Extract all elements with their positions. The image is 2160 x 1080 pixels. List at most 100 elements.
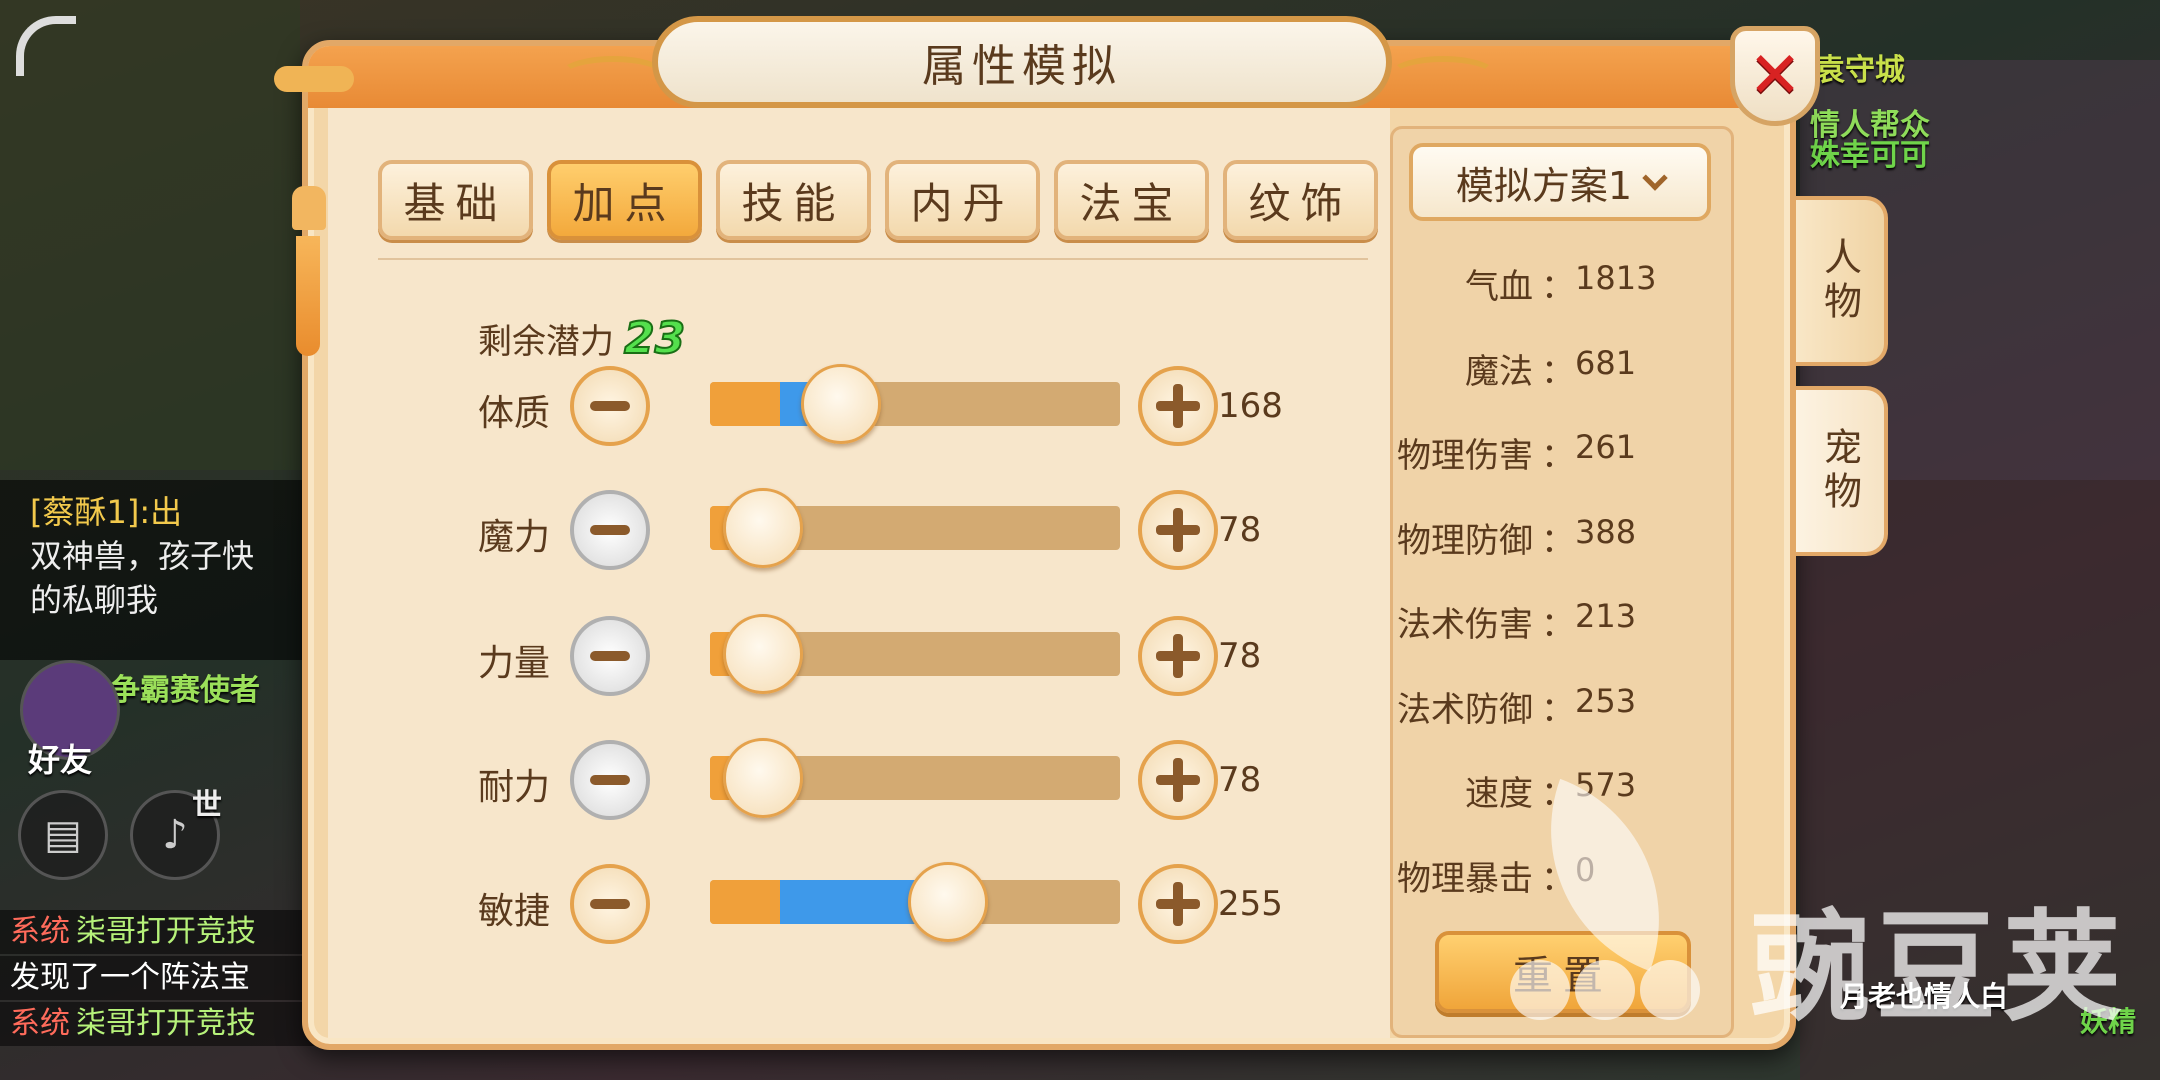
increase-button[interactable] [1138, 366, 1218, 446]
npc-name: 争霸赛使者 [110, 673, 260, 708]
tab-inner-core[interactable]: 内丹 [885, 160, 1040, 240]
stat-name: 法术伤害 [1397, 605, 1533, 645]
stat-separator: ： [1541, 689, 1575, 730]
increase-button[interactable] [1138, 864, 1218, 944]
system-message: 系统 柒哥打开竞技 [0, 1002, 320, 1046]
chat-line: 的私聊我 [30, 581, 159, 619]
stat-row: 法术防御： 253 [1393, 682, 1733, 732]
stat-separator: ： [1541, 267, 1575, 307]
decrease-button[interactable] [570, 490, 650, 570]
stat-row: 气血： 1813 [1393, 259, 1733, 309]
side-tab-pet[interactable]: 宠物 [1796, 386, 1888, 556]
close-icon: ✕ [1748, 39, 1802, 113]
attribute-slider[interactable] [710, 862, 1120, 942]
chat-line: 双神兽，孩子快 [30, 537, 255, 575]
stat-value: 388 [1575, 512, 1637, 551]
decrease-button[interactable] [570, 740, 650, 820]
stat-row: 魔法： 681 [1393, 344, 1733, 394]
attribute-slider[interactable] [710, 738, 1120, 818]
stat-value: 213 [1575, 597, 1637, 635]
tab-decoration[interactable]: 纹饰 [1223, 160, 1378, 240]
attribute-value: 78 [1218, 636, 1262, 676]
decrease-button[interactable] [570, 616, 650, 696]
stat-separator: ： [1541, 436, 1575, 476]
tab-add-points[interactable]: 加点 [547, 160, 702, 240]
slider-handle[interactable] [723, 738, 803, 818]
attribute-label: 体质 [478, 393, 551, 434]
tassel-ornament [274, 66, 354, 366]
attribute-value: 168 [1218, 386, 1283, 426]
slider-handle[interactable] [723, 488, 803, 568]
decrease-button[interactable] [570, 864, 650, 944]
content-area: 基础 加点 技能 内丹 法宝 纹饰 剩余潜力 23 体质 168 魔力 78 力量 78 耐… [328, 108, 1390, 1038]
attribute-value: 255 [1218, 884, 1283, 924]
stat-value: 681 [1575, 343, 1637, 382]
tassel-rod [274, 66, 354, 92]
scene-label: 姝幸可可 [1810, 138, 1930, 173]
stat-row: 物理伤害： 261 [1393, 428, 1733, 478]
slider-handle[interactable] [723, 614, 803, 694]
chevron-down-icon [1642, 165, 1668, 191]
attribute-row: 魔力 78 [478, 488, 1338, 570]
attribute-label: 魔力 [478, 517, 551, 558]
world-channel-label: 世 [192, 788, 222, 823]
attribute-slider[interactable] [710, 364, 1120, 444]
increase-button[interactable] [1138, 740, 1218, 820]
friends-label: 好友 [28, 741, 93, 779]
minus-icon [590, 775, 630, 785]
stat-value: 261 [1575, 428, 1637, 466]
watermark-text: 豌豆荚 [1750, 899, 2128, 1038]
attribute-row: 体质 168 [478, 364, 1338, 446]
slider-base-fill [710, 382, 780, 426]
attribute-value: 78 [1218, 510, 1262, 550]
slider-base-fill [710, 880, 780, 924]
close-button[interactable]: ✕ [1730, 26, 1820, 126]
attribute-label: 力量 [478, 643, 551, 684]
tab-basic[interactable]: 基础 [378, 160, 533, 240]
stat-value: 1813 [1575, 259, 1657, 297]
system-tag: 系统 [10, 914, 70, 949]
attribute-slider[interactable] [710, 614, 1120, 694]
minus-icon [590, 899, 630, 909]
scheme-dropdown[interactable]: 模拟方案1 [1409, 143, 1711, 221]
tab-treasure[interactable]: 法宝 [1054, 160, 1209, 240]
divider [378, 258, 1368, 260]
attribute-slider[interactable] [710, 488, 1120, 568]
remaining-potential: 剩余潜力 23 [478, 312, 686, 365]
attribute-row: 耐力 78 [478, 738, 1338, 820]
stat-value: 253 [1575, 681, 1637, 720]
attribute-label: 敏捷 [478, 891, 551, 932]
increase-button[interactable] [1138, 616, 1218, 696]
increase-button[interactable] [1138, 490, 1218, 570]
title-plate: 属性模拟 [652, 16, 1392, 108]
system-text: 柒哥打开竞技 [76, 1006, 256, 1041]
stat-name: 物理防御 [1397, 520, 1533, 561]
dialog-title: 属性模拟 [922, 41, 1122, 92]
stat-name: 法术防御 [1397, 689, 1533, 730]
title-ornament-right [1388, 56, 1498, 96]
system-tag: 系统 [10, 1006, 70, 1041]
scene-label: 袁守城 [1815, 53, 1905, 88]
decrease-button[interactable] [570, 366, 650, 446]
slider-handle[interactable] [801, 364, 881, 444]
side-tab-character[interactable]: 人物 [1796, 196, 1888, 366]
minus-icon [590, 401, 630, 411]
potential-value: 23 [623, 312, 686, 365]
minus-icon [590, 651, 630, 661]
attribute-row: 敏捷 255 [478, 862, 1338, 944]
stat-name: 魔法 [1465, 351, 1533, 392]
slider-added-fill [780, 880, 928, 924]
system-message: 发现了一个阵法宝 [0, 956, 320, 1000]
system-text: 柒哥打开竞技 [76, 914, 256, 949]
stat-row: 法术伤害： 213 [1393, 597, 1733, 647]
attribute-value: 78 [1218, 760, 1262, 800]
plus-icon [1156, 634, 1200, 678]
stat-name: 气血 [1465, 267, 1533, 307]
plus-icon [1156, 758, 1200, 802]
attribute-label: 耐力 [478, 767, 551, 808]
tab-skills[interactable]: 技能 [716, 160, 871, 240]
tassel-tail [296, 236, 320, 356]
chat-bubble-icon[interactable]: ▤ [18, 790, 108, 880]
slider-handle[interactable] [908, 862, 988, 942]
scheme-value: 模拟方案1 [1455, 163, 1633, 208]
